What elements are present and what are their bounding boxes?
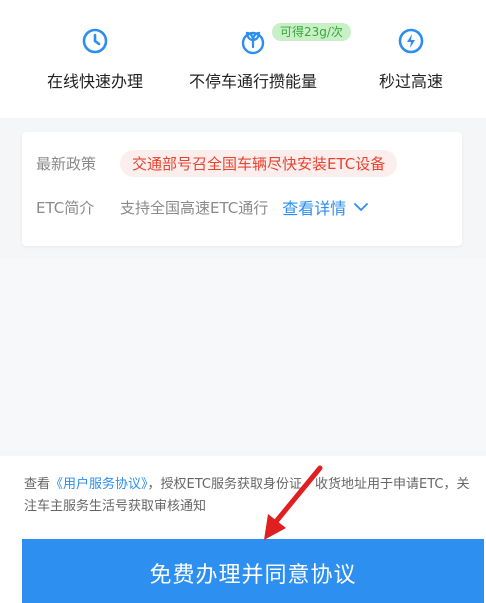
clock-icon [80,26,110,56]
lightning-icon [396,26,426,56]
intro-key: ETC简介 [36,198,95,217]
view-details-link[interactable]: 查看详情 [282,195,369,219]
apply-and-agree-button[interactable]: 免费办理并同意协议 [22,539,484,603]
user-agreement-link[interactable]: 《用户服务协议》 [50,477,148,492]
policy-row: 最新政策 交通部号召全国车辆尽快安装ETC设备 [36,149,398,177]
energy-badge: 可得23g/次 [272,23,351,41]
chevron-down-icon [354,203,369,211]
policy-text[interactable]: 交通部号召全国车辆尽快安装ETC设备 [120,149,398,177]
view-details-label: 查看详情 [282,199,347,218]
sprout-icon [238,26,268,56]
intro-row: ETC简介 支持全国高速ETC通行 查看详情 [36,193,369,221]
content-area [0,258,486,450]
bottom-panel: 查看《用户服务协议》，授权ETC服务获取身份证、收货地址用于申请ETC，关注车主… [0,456,486,603]
info-card: 最新政策 交通部号召全国车辆尽快安装ETC设备 ETC简介 支持全国高速ETC通… [22,132,462,246]
feature-fast-pass[interactable]: 秒过高速 [330,26,486,92]
policy-key: 最新政策 [36,154,97,173]
feature-label: 在线快速办理 [46,72,143,91]
feature-label: 不停车通行攒能量 [188,72,317,91]
intro-text: 支持全国高速ETC通行 [120,198,269,217]
feature-label: 秒过高速 [378,72,443,91]
agreement-prefix: 查看 [24,477,51,492]
feature-bar: 在线快速办理 不停车通行攒能量 秒过高速 可得23g/次 [0,0,486,118]
feature-online-apply[interactable]: 在线快速办理 [14,26,176,92]
agreement-text: 查看《用户服务协议》，授权ETC服务获取身份证、收货地址用于申请ETC，关注车主… [24,474,474,518]
